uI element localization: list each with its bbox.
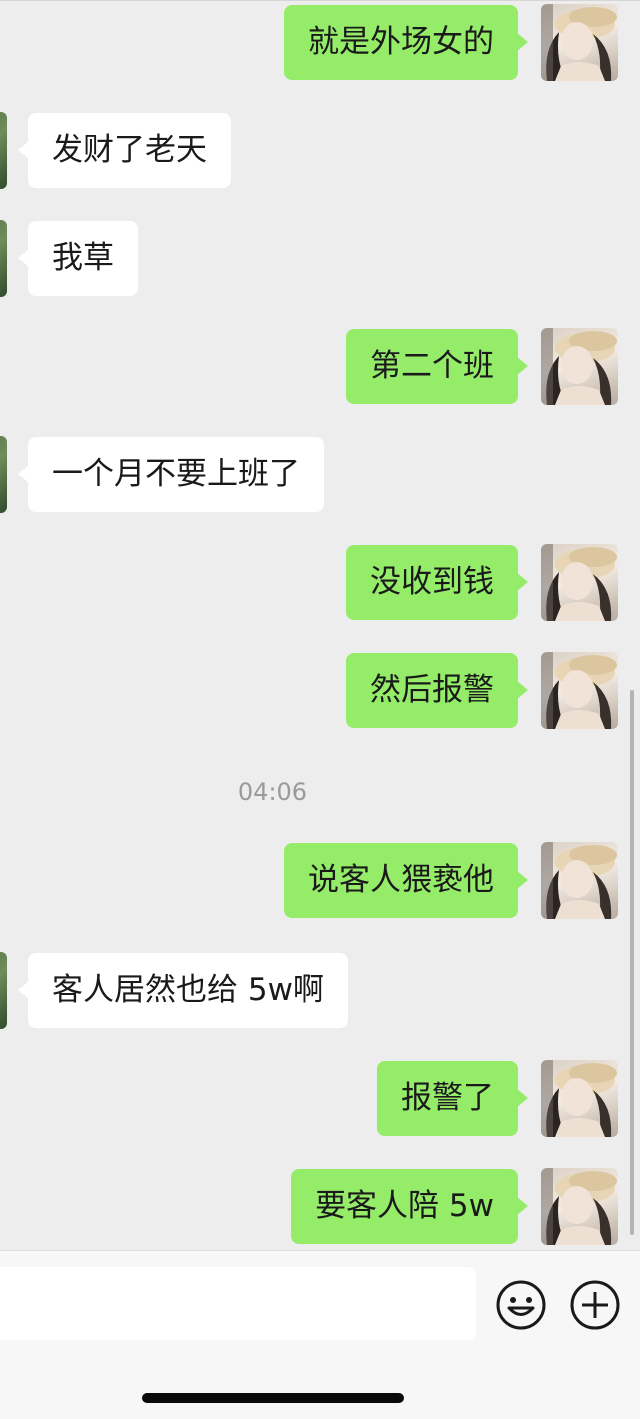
message-row: 我草 [0, 218, 640, 298]
message-row: 就是外场女的 [0, 2, 640, 82]
incoming-message-bubble[interactable]: 客人居然也给 5w啊 [18, 953, 348, 1028]
message-row: 发财了老天 [0, 110, 640, 190]
message-row: 没收到钱 [0, 542, 640, 622]
incoming-message-bubble[interactable]: 我草 [18, 221, 138, 296]
peer-avatar[interactable] [0, 436, 7, 513]
my-avatar[interactable] [541, 4, 618, 81]
plus-circle-icon[interactable] [569, 1279, 621, 1331]
chat-scrollbar[interactable] [630, 690, 634, 1235]
message-row: 说客人猥亵他 [0, 840, 640, 920]
outgoing-message-bubble[interactable]: 报警了 [377, 1061, 528, 1136]
outgoing-message-bubble[interactable]: 说客人猥亵他 [284, 843, 528, 918]
my-avatar[interactable] [541, 842, 618, 919]
peer-avatar[interactable] [0, 220, 7, 297]
outgoing-message-bubble[interactable]: 要客人陪 5w [291, 1169, 528, 1244]
my-avatar[interactable] [541, 652, 618, 729]
message-text-input[interactable] [0, 1267, 476, 1340]
peer-avatar[interactable] [0, 112, 7, 189]
message-row: 客人居然也给 5w啊 [0, 950, 640, 1030]
my-avatar[interactable] [541, 1060, 618, 1137]
incoming-message-bubble[interactable]: 一个月不要上班了 [18, 437, 324, 512]
peer-avatar[interactable] [0, 952, 7, 1029]
message-row: 一个月不要上班了 [0, 434, 640, 514]
my-avatar[interactable] [541, 544, 618, 621]
incoming-message-bubble[interactable]: 发财了老天 [18, 113, 231, 188]
outgoing-message-bubble[interactable]: 第二个班 [346, 329, 528, 404]
top-divider [0, 0, 640, 1]
chat-history[interactable]: 就是外场女的 发财了老天 我草 第二个班 一个月不要上班了 没收到钱 然后报警 … [0, 0, 640, 1250]
message-row: 第二个班 [0, 326, 640, 406]
outgoing-message-bubble[interactable]: 就是外场女的 [284, 5, 528, 80]
home-indicator[interactable] [142, 1393, 404, 1403]
my-avatar[interactable] [541, 328, 618, 405]
message-timestamp: 04:06 [237, 778, 308, 806]
my-avatar[interactable] [541, 1168, 618, 1245]
outgoing-message-bubble[interactable]: 然后报警 [346, 653, 528, 728]
message-row: 要客人陪 5w [0, 1166, 640, 1246]
message-row: 报警了 [0, 1058, 640, 1138]
outgoing-message-bubble[interactable]: 没收到钱 [346, 545, 528, 620]
message-row: 然后报警 [0, 650, 640, 730]
smiley-face-icon[interactable] [495, 1279, 547, 1331]
